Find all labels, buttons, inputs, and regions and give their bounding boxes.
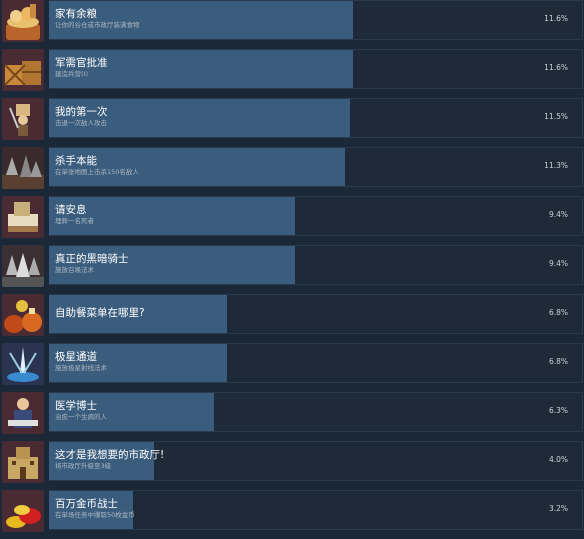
achievement-row[interactable]: 真正的黑暗骑士 施放召唤法术 9.4% xyxy=(0,245,584,294)
unlock-percent: 9.4% xyxy=(548,210,568,219)
unlock-percent: 6.8% xyxy=(548,308,568,317)
achievement-title: 自助餐菜单在哪里? xyxy=(55,307,145,319)
achievement-row[interactable]: 百万金币战士 在单场任务中赚取50枚金币 3.2% xyxy=(0,490,584,539)
supply-crates-icon xyxy=(2,49,44,91)
food-pots-icon xyxy=(2,294,44,336)
achievement-row[interactable]: 医学博士 治愈一个生病的人 6.3% xyxy=(0,392,584,441)
unlock-percent: 11.6% xyxy=(544,63,568,72)
achievement-title: 真正的黑暗骑士 xyxy=(55,253,129,265)
town-hall-icon xyxy=(2,441,44,483)
star-beam-icon xyxy=(2,343,44,385)
achievement-row[interactable]: 家有余粮 让你的谷仓或市政厅装满食物 11.6% xyxy=(0,0,584,49)
achievement-row[interactable]: 这才是我想要的市政厅! 将市政厅升级至3级 4.0% xyxy=(0,441,584,490)
achievement-title: 军需官批准 xyxy=(55,57,108,69)
achievement-description: 建造兵营(I) xyxy=(55,70,88,78)
unlock-percent: 4.0% xyxy=(548,455,568,464)
achievement-title: 家有余粮 xyxy=(55,8,97,20)
achievement-description: 让你的谷仓或市政厅装满食物 xyxy=(55,21,140,29)
unlock-percent: 6.8% xyxy=(548,357,568,366)
battlefield-icon xyxy=(2,147,44,189)
achievement-description: 施放召唤法术 xyxy=(55,266,94,274)
achievement-title: 这才是我想要的市政厅! xyxy=(55,449,165,461)
achievement-title: 请安息 xyxy=(55,204,87,216)
unlock-percent: 11.5% xyxy=(544,112,568,121)
achievement-description: 在单场任务中赚取50枚金币 xyxy=(55,511,135,519)
achievement-row[interactable]: 军需官批准 建造兵营(I) 11.6% xyxy=(0,49,584,98)
achievement-row[interactable]: 极星通道 施放极星射线法术 6.8% xyxy=(0,343,584,392)
achievement-row[interactable]: 我的第一次 击退一次敌人攻击 11.5% xyxy=(0,98,584,147)
achievement-description: 埋葬一名死者 xyxy=(55,217,94,225)
achievement-title: 医学博士 xyxy=(55,400,97,412)
achievement-title: 极星通道 xyxy=(55,351,97,363)
unlock-percent: 9.4% xyxy=(548,259,568,268)
achievement-title: 百万金币战士 xyxy=(55,498,118,510)
achievements-list: 家有余粮 让你的谷仓或市政厅装满食物 11.6% 军需官批准 建造兵营(I) 11.6% 我… xyxy=(0,0,584,532)
achievement-title: 杀手本能 xyxy=(55,155,97,167)
dark-knights-icon xyxy=(2,245,44,287)
unlock-percent: 11.3% xyxy=(544,161,568,170)
achievement-description: 治愈一个生病的人 xyxy=(55,413,107,421)
achievement-description: 施放极星射线法术 xyxy=(55,364,107,372)
unlock-percent: 6.3% xyxy=(548,406,568,415)
achievement-row[interactable]: 自助餐菜单在哪里? 6.8% xyxy=(0,294,584,343)
achievement-title: 我的第一次 xyxy=(55,106,108,118)
achievement-row[interactable]: 杀手本能 在单张地图上击杀150名敌人 11.3% xyxy=(0,147,584,196)
achievement-description: 将市政厅升级至3级 xyxy=(55,462,112,470)
first-battle-icon xyxy=(2,98,44,140)
unlock-percent: 11.6% xyxy=(544,14,568,23)
unlock-percent: 3.2% xyxy=(548,504,568,513)
doctor-icon xyxy=(2,392,44,434)
achievement-description: 击退一次敌人攻击 xyxy=(55,119,107,127)
grain-basket-icon xyxy=(2,0,44,42)
achievement-description: 在单张地图上击杀150名敌人 xyxy=(55,168,139,176)
achievement-row[interactable]: 请安息 埋葬一名死者 9.4% xyxy=(0,196,584,245)
coffin-icon xyxy=(2,196,44,238)
